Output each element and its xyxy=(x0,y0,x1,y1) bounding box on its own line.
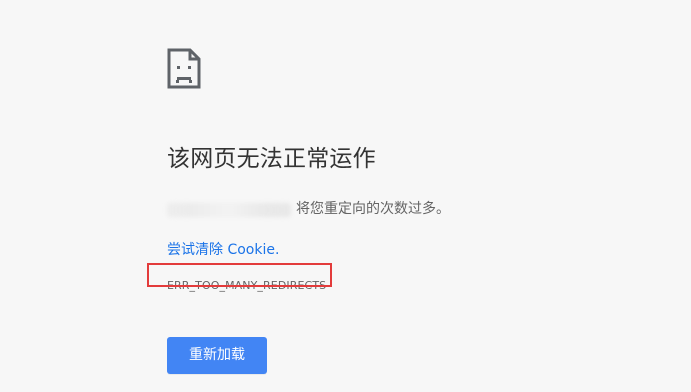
error-message: 将您重定向的次数过多。 xyxy=(167,197,637,221)
sad-document-icon xyxy=(167,48,201,89)
redacted-hostname xyxy=(167,203,291,217)
page-title: 该网页无法正常运作 xyxy=(167,146,376,172)
error-content: 该网页无法正常运作 将您重定向的次数过多。 尝试清除 Cookie. ERR_T… xyxy=(167,48,637,295)
redirect-message: 将您重定向的次数过多。 xyxy=(296,201,450,217)
clear-cookies-link[interactable]: 尝试清除 Cookie. xyxy=(167,240,279,260)
reload-button[interactable]: 重新加载 xyxy=(167,337,267,374)
browser-error-page: 该网页无法正常运作 将您重定向的次数过多。 尝试清除 Cookie. ERR_T… xyxy=(0,0,691,392)
error-code: ERR_TOO_MANY_REDIRECTS xyxy=(167,279,327,292)
